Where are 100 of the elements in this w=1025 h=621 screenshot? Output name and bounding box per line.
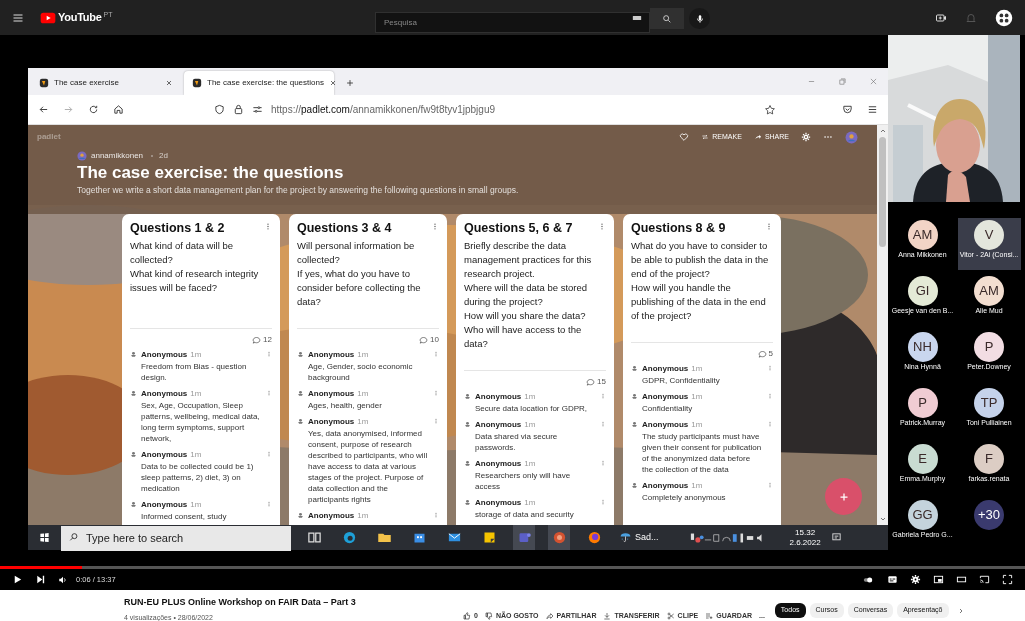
post-age: 1m — [190, 350, 202, 360]
post-author: Anonymous — [475, 498, 522, 508]
sliders-icon[interactable] — [252, 104, 263, 115]
search-icon — [662, 13, 672, 24]
notification-icon[interactable] — [830, 532, 842, 543]
anonymous-avatar-icon — [130, 351, 137, 358]
volume-icon[interactable] — [58, 574, 68, 585]
post-age: 2d — [159, 150, 168, 162]
lock-icon[interactable] — [233, 104, 244, 115]
comment-icon[interactable] — [757, 349, 767, 359]
settings-icon[interactable] — [910, 574, 921, 585]
kebab-icon[interactable] — [765, 222, 773, 231]
post-age: 1m — [357, 350, 369, 360]
anonymous-avatar-icon — [297, 390, 304, 397]
post-text: Sex, Age, Occupation, Sleep patterns, wellbeing, medical data, long term symptoms, support network, — [141, 400, 261, 444]
anonymous-avatar-icon — [464, 393, 471, 400]
taskbar-search-field[interactable]: Type here to search — [61, 525, 291, 551]
comment-icon[interactable] — [252, 335, 262, 345]
heart-icon[interactable] — [679, 132, 690, 142]
question-text: How will you handle the publishing of the data in the end of the project? — [631, 281, 767, 323]
avatar-icon[interactable] — [995, 8, 1013, 27]
shield-icon[interactable] — [214, 104, 225, 115]
anonymous-avatar-icon — [631, 421, 638, 428]
subtitles-icon[interactable] — [887, 574, 898, 585]
back-icon[interactable] — [38, 104, 49, 115]
post-age: 1m — [357, 417, 369, 427]
scissors-icon — [666, 612, 675, 621]
close-icon[interactable] — [165, 79, 173, 87]
umbrella-icon — [619, 531, 632, 544]
anonymous-avatar-icon — [130, 451, 137, 458]
participant-tile[interactable]: +30 — [957, 498, 1021, 550]
comment-icon[interactable] — [419, 335, 429, 345]
scroll-down-icon[interactable] — [878, 515, 887, 523]
post-age: 1m — [190, 500, 202, 510]
comment-icon[interactable] — [586, 377, 596, 387]
post-age: 1m — [691, 420, 703, 430]
question-text: Who will have access to the data? — [464, 323, 583, 351]
scrollbar-thumb[interactable] — [879, 137, 886, 247]
address-field[interactable]: https://padlet.com/annamikkonen/fw9t8tyv1jpbjgu9 — [271, 102, 496, 117]
post-age: 1m — [691, 392, 703, 402]
star-icon[interactable] — [764, 103, 776, 116]
taskbar-clock[interactable]: 15.32 — [795, 527, 816, 538]
post-text: Age, Gender, socio economic background — [308, 361, 414, 383]
post-author: Anonymous — [308, 511, 355, 521]
taskbar-date[interactable]: 2.6.2022 — [789, 537, 821, 548]
bell-icon[interactable] — [965, 11, 977, 24]
post-author: Anonymous — [141, 450, 188, 460]
browser-tab[interactable]: The case exercise: the questions — [184, 71, 334, 95]
reload-icon[interactable] — [88, 104, 99, 115]
comment-count: 10 — [430, 334, 439, 346]
home-icon[interactable] — [113, 104, 124, 115]
windows-start-icon[interactable] — [39, 532, 50, 543]
browser-tab[interactable]: The case exercise — [31, 71, 181, 95]
separator-dot-icon — [149, 153, 156, 159]
post-text: Data to be collected could be 1) sleep patterns, 2) diet, 3) on medication — [141, 461, 255, 494]
slides-app-icon[interactable] — [551, 530, 567, 545]
padlet-favicon-icon — [192, 78, 202, 88]
next-icon[interactable] — [35, 574, 46, 585]
post-text: storage of data and security — [475, 509, 575, 520]
anonymous-avatar-icon — [631, 365, 638, 372]
tab-title: The case exercise — [54, 77, 120, 89]
post-author: Anonymous — [642, 420, 689, 430]
post-text: GDPR, Confidentiality — [642, 375, 721, 386]
menu-icon[interactable] — [12, 11, 24, 24]
globe-fox-icon[interactable] — [586, 530, 602, 545]
close-icon[interactable] — [328, 79, 337, 87]
scroll-up-icon[interactable] — [878, 127, 887, 135]
new-tab-icon[interactable] — [345, 78, 355, 88]
search-field[interactable]: Pesquisa — [375, 12, 650, 33]
post-age: 1m — [190, 450, 202, 460]
scrollbar[interactable] — [877, 125, 888, 525]
thumbs-down-icon — [484, 612, 493, 621]
post-age: 1m — [524, 420, 536, 430]
fullscreen-icon[interactable] — [1002, 574, 1013, 585]
search-icon — [69, 532, 79, 542]
comment-count: 12 — [263, 334, 272, 346]
microphone-button[interactable] — [689, 8, 710, 29]
miniplayer-icon[interactable] — [933, 574, 944, 585]
kebab-icon[interactable] — [431, 222, 439, 231]
kebab-icon[interactable] — [264, 222, 272, 231]
menu-icon[interactable] — [867, 104, 878, 115]
post-author: Anonymous — [308, 417, 355, 427]
question-text: How will you share the data? — [464, 309, 587, 323]
post-text: Completely anonymous — [642, 492, 727, 503]
search-button[interactable] — [650, 8, 684, 29]
play-icon[interactable] — [12, 574, 23, 585]
cast-icon[interactable] — [979, 574, 990, 585]
settings-icon[interactable] — [801, 132, 811, 142]
create-video-icon[interactable] — [935, 11, 947, 24]
anonymous-avatar-icon — [631, 393, 638, 400]
post-age: 1m — [524, 392, 536, 402]
post-age: 1m — [524, 498, 536, 508]
task-view-icon[interactable] — [306, 530, 322, 545]
kebab-icon[interactable] — [598, 222, 606, 231]
browser-icon[interactable] — [341, 530, 357, 545]
pocket-icon[interactable] — [842, 104, 853, 115]
theater-mode-icon[interactable] — [956, 574, 967, 585]
post-age: 1m — [691, 364, 703, 374]
anonymous-avatar-icon — [464, 421, 471, 428]
weather-widget[interactable]: Sad... — [619, 530, 659, 545]
